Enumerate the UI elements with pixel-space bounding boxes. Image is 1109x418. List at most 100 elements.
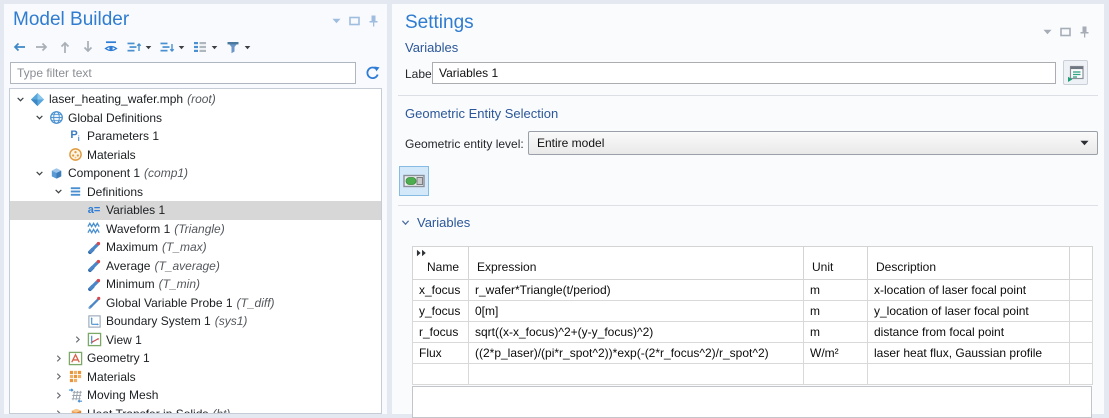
collapse-all-button[interactable] [159, 39, 185, 55]
cell-name[interactable]: r_focus [413, 322, 469, 343]
move-down-button[interactable] [80, 39, 96, 55]
filter-button[interactable] [225, 39, 251, 55]
tree-item-average[interactable]: Average(T_average) [10, 257, 381, 276]
table-row[interactable]: x_focusr_wafer*Triangle(t/period)mx-loca… [413, 280, 1093, 301]
chevron-down-icon[interactable] [51, 184, 66, 199]
tree-item-global-variable-probe-1[interactable]: Global Variable Probe 1(T_diff) [10, 294, 381, 313]
chevron-right-icon[interactable] [51, 351, 66, 366]
chevron-down-icon[interactable] [400, 217, 411, 228]
materials-icon [67, 369, 83, 385]
tree-item-minimum[interactable]: Minimum(T_min) [10, 275, 381, 294]
dropdown-caret-icon[interactable] [1080, 140, 1089, 146]
expand-all-button[interactable] [126, 39, 152, 55]
column-header-unit[interactable]: Unit [804, 247, 868, 280]
cell-blank [1070, 343, 1093, 364]
tree-item-heat-transfer-in-solids[interactable]: Heat Transfer in Solids(ht) [10, 405, 381, 415]
cell-name[interactable]: Flux [413, 343, 469, 364]
boundary-system-icon [86, 313, 102, 329]
model-tree-node-text-button[interactable] [192, 39, 218, 55]
tree-item-definitions[interactable]: Definitions [10, 183, 381, 202]
component-icon [48, 165, 64, 181]
variables-section-header[interactable]: Variables [400, 215, 470, 230]
separator [398, 205, 1098, 206]
tree-indent-spacer [70, 277, 85, 292]
dropdown-caret-icon[interactable] [244, 44, 251, 51]
move-up-button[interactable] [57, 39, 73, 55]
cell-unit[interactable]: W/m² [804, 343, 868, 364]
chevron-down-icon[interactable] [13, 92, 28, 107]
column-header-name[interactable]: Name [413, 247, 469, 280]
tree-item-parameters-1[interactable]: PiParameters 1 [10, 127, 381, 146]
refresh-icon[interactable] [364, 65, 381, 82]
chevron-down-icon[interactable] [32, 166, 47, 181]
table-row[interactable]: r_focussqrt((x-x_focus)^2+(y-y_focus)^2)… [413, 322, 1093, 343]
tree-item-moving-mesh[interactable]: Moving Mesh [10, 386, 381, 405]
chevron-right-icon[interactable] [51, 406, 66, 414]
tree-item-waveform-1[interactable]: Waveform 1(Triangle) [10, 220, 381, 239]
dropdown-caret-icon[interactable] [145, 44, 152, 51]
tree-item-variables-1[interactable]: a=Variables 1 [10, 201, 381, 220]
filter-row [4, 60, 387, 84]
cell-expression[interactable]: ((2*p_laser)/(pi*r_spot^2))*exp(-(2*r_fo… [469, 343, 804, 364]
back-button[interactable] [11, 39, 27, 55]
chevron-right-icon[interactable] [70, 332, 85, 347]
table-row[interactable]: y_focus0[m]my_location of laser focal po… [413, 301, 1093, 322]
filter-input[interactable] [10, 62, 356, 84]
chevron-right-icon[interactable] [51, 369, 66, 384]
separator [398, 95, 1098, 96]
forward-button[interactable] [34, 39, 50, 55]
settings-title: Settings [405, 10, 474, 36]
cell-name[interactable]: x_focus [413, 280, 469, 301]
cell-unit[interactable]: m [804, 301, 868, 322]
view-icon [86, 332, 102, 348]
label-input[interactable] [432, 62, 1056, 84]
model-builder-title: Model Builder [13, 7, 129, 33]
moving-mesh-icon [67, 387, 83, 403]
doc-edit-icon [1066, 63, 1086, 83]
chevron-down-icon[interactable] [32, 110, 47, 125]
active-selection-toggle-button[interactable] [399, 166, 429, 196]
variables-table: NameExpressionUnitDescription x_focusr_w… [412, 246, 1093, 385]
cell-expression[interactable]: 0[m] [469, 301, 804, 322]
cell-description[interactable]: distance from focal point [868, 322, 1070, 343]
materials-global-icon [67, 147, 83, 163]
tree-item-component-1[interactable]: Component 1(comp1) [10, 164, 381, 183]
column-header-description[interactable]: Description [868, 247, 1070, 280]
window-float-icon[interactable] [1060, 27, 1071, 37]
cell-unit[interactable]: m [804, 280, 868, 301]
heat-transfer-icon [67, 406, 83, 414]
cell-expression[interactable]: sqrt((x-x_focus)^2+(y-y_focus)^2) [469, 322, 804, 343]
dropdown-caret-icon[interactable] [211, 44, 218, 51]
window-float-icon[interactable] [349, 16, 360, 26]
window-caret-icon[interactable] [332, 18, 341, 24]
tree-item-view-1[interactable]: View 1 [10, 331, 381, 350]
settings-panel: Settings Variables Label: Geometric Enti… [392, 4, 1104, 414]
entity-level-value: Entire model [537, 136, 604, 150]
cell-description[interactable]: laser heat flux, Gaussian profile [868, 343, 1070, 364]
table-row[interactable]: Flux((2*p_laser)/(pi*r_spot^2))*exp(-(2*… [413, 343, 1093, 364]
settings-subtitle: Variables [405, 40, 458, 55]
tree-item-geometry-1[interactable]: Geometry 1 [10, 349, 381, 368]
tree-item-boundary-system-1[interactable]: Boundary System 1(sys1) [10, 312, 381, 331]
geometric-entity-level-select[interactable]: Entire model [528, 131, 1098, 155]
cell-name[interactable]: y_focus [413, 301, 469, 322]
tree-item-materials[interactable]: Materials [10, 368, 381, 387]
column-header-expression[interactable]: Expression [469, 247, 804, 280]
cell-unit[interactable]: m [804, 322, 868, 343]
tree-item-materials[interactable]: Materials [10, 146, 381, 165]
show-button[interactable] [103, 39, 119, 55]
tree-indent-spacer [70, 240, 85, 255]
window-caret-icon[interactable] [1043, 29, 1052, 35]
tree-item-maximum[interactable]: Maximum(T_max) [10, 238, 381, 257]
tree-item-laser-heating-wafer-mph[interactable]: laser_heating_wafer.mph(root) [10, 90, 381, 109]
dropdown-caret-icon[interactable] [178, 44, 185, 51]
cell-description[interactable]: y_location of laser focal point [868, 301, 1070, 322]
tree-item-global-definitions[interactable]: Global Definitions [10, 109, 381, 128]
cell-description[interactable]: x-location of laser focal point [868, 280, 1070, 301]
rename-button[interactable] [1063, 60, 1088, 85]
cell-expression[interactable]: r_wafer*Triangle(t/period) [469, 280, 804, 301]
window-pin-icon[interactable] [1079, 26, 1090, 38]
chevron-right-icon[interactable] [51, 388, 66, 403]
window-pin-icon[interactable] [368, 15, 379, 27]
table-row-empty[interactable] [413, 364, 1093, 385]
